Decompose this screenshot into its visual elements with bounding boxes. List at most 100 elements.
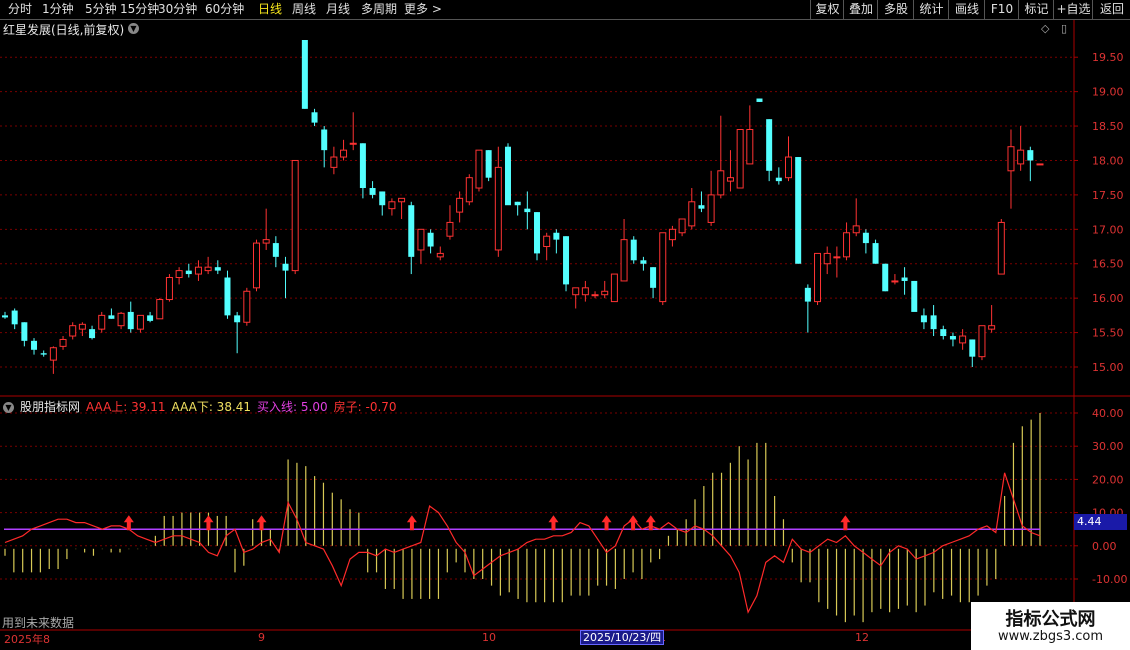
candle-body bbox=[127, 311, 134, 330]
candle-body bbox=[959, 335, 967, 344]
date-label-0: 2025年8 bbox=[4, 633, 50, 646]
candle-body bbox=[930, 315, 937, 330]
candle-body bbox=[814, 252, 822, 303]
candle-body bbox=[340, 149, 348, 158]
candle-body bbox=[465, 177, 473, 203]
candle-body bbox=[204, 266, 212, 272]
candle-body bbox=[40, 353, 47, 355]
date-label-2: 10 bbox=[482, 631, 496, 644]
candle-body bbox=[630, 239, 637, 261]
indicator-line-label-3: 房子: -0.70 bbox=[333, 400, 397, 414]
candle-body bbox=[321, 129, 328, 151]
candle-body bbox=[650, 267, 657, 288]
candle-body bbox=[823, 252, 831, 265]
candle-body bbox=[785, 156, 793, 179]
candle-body bbox=[301, 40, 308, 109]
candle-body bbox=[698, 205, 705, 209]
candle-body bbox=[69, 325, 77, 337]
cursor-date: 2025/10/23/四 bbox=[580, 630, 665, 645]
candle-body bbox=[514, 201, 521, 206]
candle-body bbox=[194, 266, 202, 275]
candle-body bbox=[417, 228, 425, 251]
current-value-badge: 4.44 bbox=[1074, 514, 1127, 530]
candle-body bbox=[446, 221, 454, 237]
candle-body bbox=[504, 146, 511, 206]
candle-body bbox=[156, 299, 164, 320]
candle-body bbox=[572, 287, 580, 296]
candle-body bbox=[746, 128, 754, 165]
watermark-logo: 指标公式网 www.zbgs3.com bbox=[971, 602, 1130, 650]
price-tick-label: 15.50 bbox=[1092, 327, 1124, 340]
candle-body bbox=[59, 338, 67, 347]
indicator-tick-label: 20.00 bbox=[1092, 473, 1124, 486]
indicator-lines: AAA上: 39.11 AAA下: 38.41 买入线: 5.00 房子: -0.70 bbox=[86, 400, 403, 414]
indicator-tick-label: -10.00 bbox=[1092, 573, 1127, 586]
candle-body bbox=[49, 347, 57, 361]
candle-body bbox=[862, 232, 869, 244]
candle-body bbox=[31, 340, 38, 350]
candle-body bbox=[214, 267, 221, 271]
indicator-tick-label: 40.00 bbox=[1092, 407, 1124, 420]
candle-body bbox=[563, 236, 570, 285]
candle-body bbox=[398, 197, 406, 203]
candle-body bbox=[872, 243, 879, 264]
candle-body bbox=[427, 232, 434, 247]
price-tick-label: 18.50 bbox=[1092, 120, 1124, 133]
candle-body bbox=[108, 315, 115, 319]
candle-body bbox=[436, 252, 444, 258]
indicator-chevron-icon[interactable]: ▼ bbox=[3, 402, 14, 413]
candle-body bbox=[978, 325, 986, 358]
candle-body bbox=[78, 323, 86, 330]
candle-body bbox=[311, 112, 318, 123]
candle-body bbox=[620, 239, 628, 282]
candle-body bbox=[717, 170, 725, 196]
candle-body bbox=[98, 314, 106, 330]
candle-body bbox=[1036, 163, 1044, 166]
candle-body bbox=[1007, 146, 1015, 172]
indicator-line-label-1: AAA下: 38.41 bbox=[171, 400, 252, 414]
candle-body bbox=[234, 315, 241, 323]
buy-arrow-icon bbox=[601, 515, 612, 531]
candle-body bbox=[601, 290, 609, 296]
watermark-line1: 指标公式网 bbox=[1005, 609, 1096, 630]
indicator-tick-label: 30.00 bbox=[1092, 440, 1124, 453]
candle-body bbox=[668, 228, 676, 241]
candle-body bbox=[175, 270, 183, 279]
candle-body bbox=[610, 273, 618, 303]
buy-arrow-icon bbox=[203, 515, 214, 531]
price-tick-label: 16.00 bbox=[1092, 292, 1124, 305]
candle-body bbox=[1027, 150, 1034, 161]
indicator-name: 股朋指标网 bbox=[20, 400, 81, 414]
candle-body bbox=[678, 218, 686, 234]
price-tick-label: 17.00 bbox=[1092, 223, 1124, 236]
indicator-line-label-0: AAA上: 39.11 bbox=[86, 400, 166, 414]
candle-body bbox=[252, 242, 260, 289]
date-label-4: 12 bbox=[855, 631, 869, 644]
candle-body bbox=[581, 287, 589, 296]
candle-body bbox=[775, 177, 782, 182]
candle-body bbox=[11, 310, 18, 325]
candle-body bbox=[1017, 149, 1025, 165]
candle-body bbox=[969, 339, 976, 357]
price-tick-label: 16.50 bbox=[1092, 258, 1124, 271]
indicator-line-label-2: 买入线: 5.00 bbox=[257, 400, 328, 414]
candle-body bbox=[369, 188, 376, 195]
candle-body bbox=[282, 263, 289, 271]
candle-body bbox=[165, 277, 173, 301]
candle-body bbox=[485, 150, 492, 178]
candle-body bbox=[804, 287, 811, 302]
indicator-red-line bbox=[4, 472, 1041, 614]
price-tick-label: 18.00 bbox=[1092, 154, 1124, 167]
indicator-tick-label: 0.00 bbox=[1092, 540, 1117, 553]
buy-arrow-icon bbox=[406, 515, 417, 531]
candle-body bbox=[911, 280, 918, 312]
watermark-line2: www.zbgs3.com bbox=[997, 629, 1104, 644]
buy-arrow-icon bbox=[548, 515, 559, 531]
candle-body bbox=[379, 191, 386, 206]
candle-body bbox=[21, 322, 28, 341]
candle-body bbox=[766, 119, 773, 171]
candle-body bbox=[408, 205, 415, 257]
candle-body bbox=[707, 194, 715, 223]
candle-body bbox=[949, 336, 956, 340]
candle-body bbox=[920, 315, 927, 323]
